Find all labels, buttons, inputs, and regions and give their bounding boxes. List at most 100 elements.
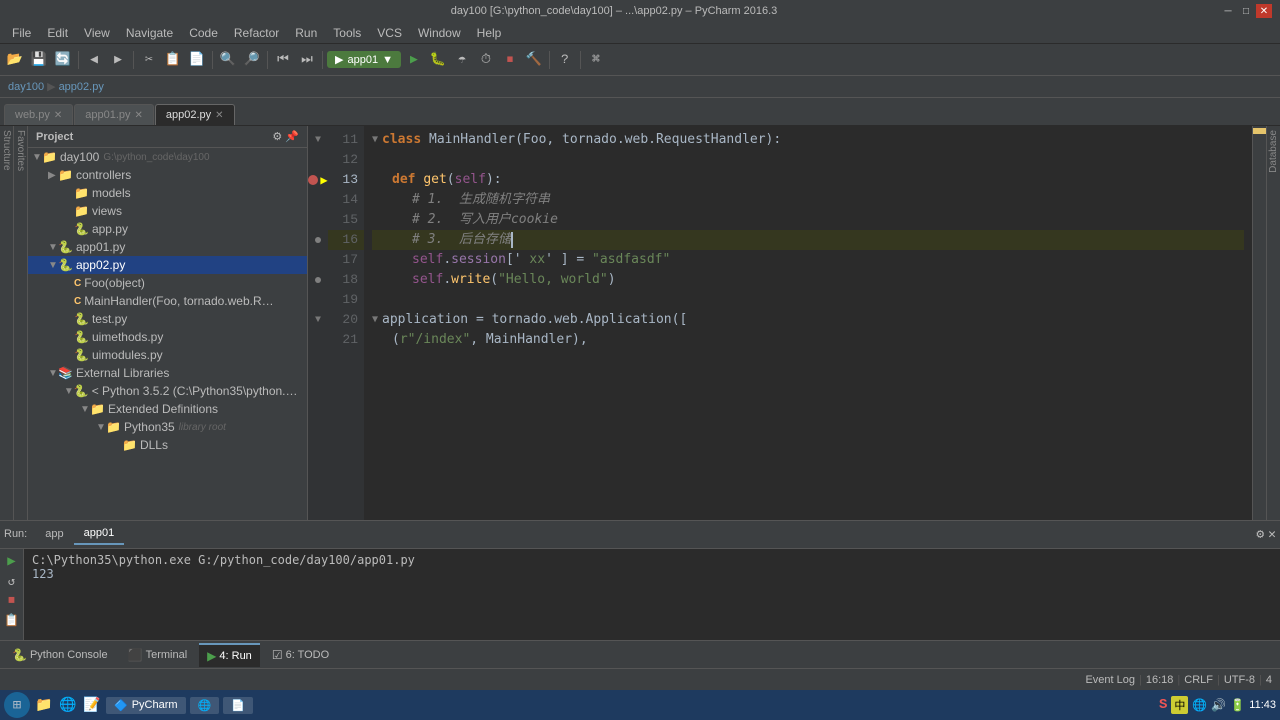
tree-item-python35root[interactable]: ▼ 📁 Python35 library root <box>28 418 307 436</box>
bottom-tab-terminal[interactable]: ⬛ Terminal <box>120 644 196 666</box>
taskbar-word-btn[interactable]: 📄 <box>223 697 253 714</box>
tree-item-apppy[interactable]: 🐍 app.py <box>28 220 307 238</box>
class-icon-mainhandler: C <box>74 296 81 307</box>
save-icon[interactable]: 💾 <box>28 49 50 71</box>
self-kw-18: self <box>412 270 443 290</box>
fold-arrow-20[interactable]: ▼ <box>315 315 321 326</box>
run-rerun-icon[interactable]: ↺ <box>8 574 15 589</box>
taskbar-sougou-icon[interactable]: S <box>1159 697 1167 713</box>
menu-item-help[interactable]: Help <box>469 24 510 42</box>
bottom-tab-python-console[interactable]: 🐍 Python Console <box>4 644 116 666</box>
breadcrumb-file[interactable]: app02.py <box>59 81 104 93</box>
bottom-tab-run[interactable]: ▶ 4: Run <box>199 643 260 667</box>
menu-item-file[interactable]: File <box>4 24 39 42</box>
run-tab-app01[interactable]: app01 <box>74 523 125 545</box>
code-editor[interactable]: ▼class MainHandler(Foo, tornado.web.Requ… <box>364 126 1252 520</box>
project-pin-icon[interactable]: 📌 <box>285 130 299 143</box>
taskbar-notepad-icon[interactable]: 📝 <box>82 695 102 715</box>
menu-item-window[interactable]: Window <box>410 24 469 42</box>
taskbar-network-icon[interactable]: 🌐 <box>1192 698 1207 713</box>
taskbar-pycharm-btn[interactable]: 🔷 PyCharm <box>106 697 186 714</box>
fold-icon-20[interactable]: ▼ <box>372 310 378 330</box>
tree-item-models[interactable]: 📁 models <box>28 184 307 202</box>
status-event-log[interactable]: Event Log <box>1085 674 1135 686</box>
run-settings-icon[interactable]: ⚙ <box>1256 527 1264 542</box>
breadcrumb-project[interactable]: day100 <box>8 81 44 93</box>
fold-icon-11[interactable]: ▼ <box>372 130 378 150</box>
taskbar-volume-icon[interactable]: 🔊 <box>1211 698 1226 713</box>
taskbar-chrome-btn[interactable]: 🌐 <box>190 697 220 714</box>
close-button[interactable]: ✕ <box>1256 4 1272 18</box>
stop-btn[interactable]: ⏹ <box>499 49 521 71</box>
project-cog-icon[interactable]: ⚙ <box>272 130 282 143</box>
tree-item-uimethods[interactable]: 🐍 uimethods.py <box>28 328 307 346</box>
tab-app01-py[interactable]: app01.py ✕ <box>74 104 154 125</box>
tab-app02-py-close[interactable]: ✕ <box>215 110 223 121</box>
menu-item-run[interactable]: Run <box>287 24 325 42</box>
bp-marker-13[interactable] <box>308 175 318 185</box>
help-btn[interactable]: ? <box>554 49 576 71</box>
profile-btn[interactable]: ⏱ <box>475 49 497 71</box>
taskbar-ie-icon[interactable]: 🌐 <box>58 695 78 715</box>
taskbar-folder-icon[interactable]: 📁 <box>34 695 54 715</box>
prev-icon[interactable]: ⏮ <box>272 49 294 71</box>
structure-sidebar[interactable]: Structure <box>0 126 14 520</box>
start-button[interactable]: ⊞ <box>4 692 30 718</box>
debug-btn[interactable]: 🐛 <box>427 49 449 71</box>
tree-item-app01py[interactable]: ▼ 🐍 app01.py <box>28 238 307 256</box>
taskbar-ime-icon[interactable]: 中 <box>1171 696 1188 714</box>
minimize-button[interactable]: ─ <box>1220 4 1236 18</box>
tree-item-fooobjclass[interactable]: C Foo(object) <box>28 274 307 292</box>
tab-app01-py-close[interactable]: ✕ <box>135 110 143 121</box>
tree-item-testpy[interactable]: 🐍 test.py <box>28 310 307 328</box>
coverage-btn[interactable]: ☂ <box>451 49 473 71</box>
tab-web-py-close[interactable]: ✕ <box>54 110 62 121</box>
build-btn[interactable]: 🔨 <box>523 49 545 71</box>
tree-item-mainhandlerclass[interactable]: C MainHandler(Foo, tornado.web.R… <box>28 292 307 310</box>
func-write-18: write <box>451 270 490 290</box>
tab-web-py[interactable]: web.py ✕ <box>4 104 73 125</box>
commander-btn[interactable]: ⌘ <box>585 49 607 71</box>
sync-icon[interactable]: 🔄 <box>52 49 74 71</box>
tree-item-uimodules[interactable]: 🐍 uimodules.py <box>28 346 307 364</box>
tree-item-day100[interactable]: ▼ 📁 day100 G:\python_code\day100 <box>28 148 307 166</box>
tree-item-app02py[interactable]: ▼ 🐍 app02.py <box>28 256 307 274</box>
menu-item-view[interactable]: View <box>76 24 118 42</box>
project-icon[interactable]: 📂 <box>4 49 26 71</box>
tree-item-python352[interactable]: ▼ 🐍 < Python 3.5.2 (C:\Python35\python.e… <box>28 382 307 400</box>
maximize-button[interactable]: □ <box>1238 4 1254 18</box>
run-config-btn[interactable]: ▶ app01 ▼ <box>327 51 401 68</box>
back-icon[interactable]: ◀ <box>83 49 105 71</box>
tree-item-views[interactable]: 📁 views <box>28 202 307 220</box>
menu-item-navigate[interactable]: Navigate <box>118 24 181 42</box>
favorites-sidebar[interactable]: Favorites <box>14 126 28 520</box>
tree-item-extlibs[interactable]: ▼ 📚 External Libraries <box>28 364 307 382</box>
menu-item-refactor[interactable]: Refactor <box>226 24 287 42</box>
paste-icon[interactable]: 📄 <box>186 49 208 71</box>
fold-arrow-11[interactable]: ▼ <box>315 135 321 146</box>
next-icon[interactable]: ⏭ <box>296 49 318 71</box>
run-dump-icon[interactable]: 📋 <box>4 613 19 628</box>
run-btn[interactable]: ▶ <box>403 49 425 71</box>
db-sidebar[interactable]: Database <box>1266 126 1280 520</box>
search-icon[interactable]: 🔍 <box>217 49 239 71</box>
tab-app02-py[interactable]: app02.py ✕ <box>155 104 235 125</box>
bottom-tab-todo[interactable]: ☑ 6: TODO <box>264 644 337 666</box>
tree-item-dlls[interactable]: 📁 DLLs <box>28 436 307 454</box>
replace-icon[interactable]: 🔎 <box>241 49 263 71</box>
run-tab-app[interactable]: app <box>35 524 73 544</box>
forward-icon[interactable]: ▶ <box>107 49 129 71</box>
menu-item-code[interactable]: Code <box>181 24 226 42</box>
tree-item-extdefs[interactable]: ▼ 📁 Extended Definitions <box>28 400 307 418</box>
tree-item-controllers[interactable]: ▶ 📁 controllers <box>28 166 307 184</box>
run-close-icon[interactable]: ✕ <box>1268 527 1276 542</box>
menu-item-vcs[interactable]: VCS <box>369 24 410 42</box>
run-content[interactable]: C:\Python35\python.exe G:/python_code/da… <box>24 549 1280 640</box>
run-play-icon[interactable]: ▶ <box>7 553 15 570</box>
copy-icon[interactable]: 📋 <box>162 49 184 71</box>
menu-item-tools[interactable]: Tools <box>325 24 369 42</box>
menu-item-edit[interactable]: Edit <box>39 24 76 42</box>
taskbar-battery-icon[interactable]: 🔋 <box>1230 698 1245 713</box>
run-stop-icon[interactable]: ⏹ <box>8 593 15 609</box>
cut-icon[interactable]: ✂ <box>138 49 160 71</box>
